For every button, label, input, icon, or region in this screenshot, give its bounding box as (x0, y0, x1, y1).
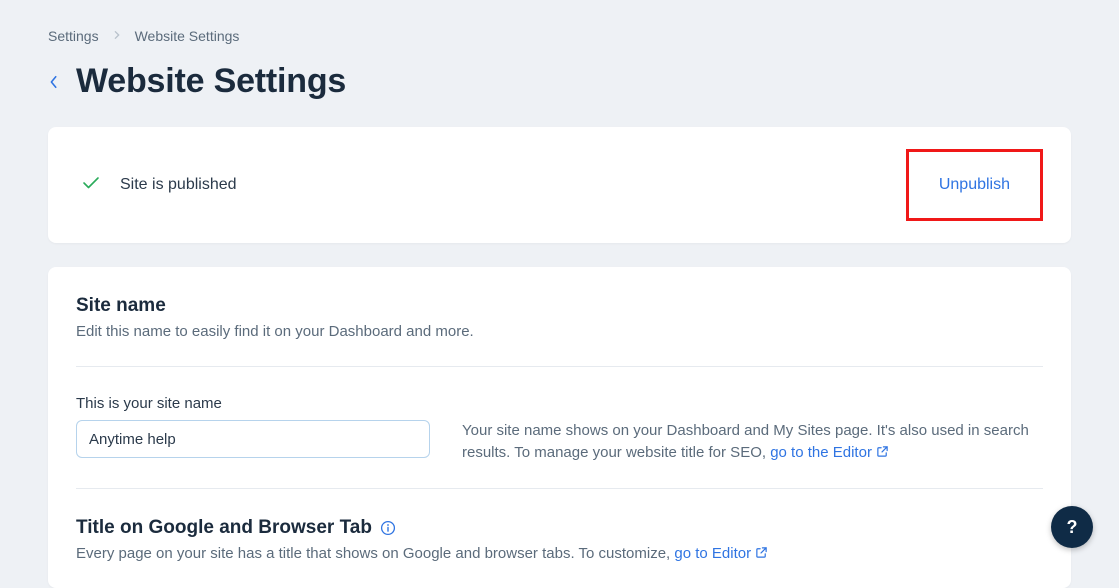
site-name-helper: Your site name shows on your Dashboard a… (462, 420, 1043, 464)
title-on-google-description: Every page on your site has a title that… (76, 543, 1043, 564)
breadcrumb-current: Website Settings (135, 28, 240, 44)
info-icon[interactable] (380, 520, 396, 536)
site-name-title: Site name (76, 295, 1043, 317)
site-name-section: Site name Edit this name to easily find … (76, 267, 1043, 366)
site-name-input[interactable] (76, 420, 430, 458)
external-link-icon (876, 445, 889, 458)
site-name-helper-text: Your site name shows on your Dashboard a… (462, 422, 1029, 461)
site-name-field-label: This is your site name (76, 395, 1043, 412)
breadcrumb-root[interactable]: Settings (48, 28, 99, 44)
unpublish-highlight: Unpublish (906, 149, 1043, 221)
help-fab-button[interactable]: ? (1051, 506, 1093, 548)
unpublish-button[interactable]: Unpublish (939, 176, 1010, 194)
title-on-google-heading-text: Title on Google and Browser Tab (76, 517, 372, 539)
site-name-description: Edit this name to easily find it on your… (76, 321, 1043, 342)
breadcrumb: Settings Website Settings (48, 28, 1071, 44)
page-title: Website Settings (76, 62, 346, 101)
title-on-google-desc-text: Every page on your site has a title that… (76, 545, 674, 562)
go-to-editor-link[interactable]: go to the Editor (770, 444, 889, 461)
go-to-editor-title-link[interactable]: go to Editor (674, 545, 768, 562)
chevron-right-icon (113, 29, 121, 43)
site-settings-card: Site name Edit this name to easily find … (48, 267, 1071, 588)
publish-status-text: Site is published (120, 176, 237, 194)
title-on-google-heading: Title on Google and Browser Tab (76, 517, 1043, 539)
title-on-google-section: Title on Google and Browser Tab Every pa… (76, 488, 1043, 588)
check-icon (82, 176, 100, 195)
back-arrow-icon[interactable] (48, 75, 60, 89)
site-name-field-section: This is your site name Your site name sh… (76, 366, 1043, 488)
external-link-icon (755, 546, 768, 559)
publish-status-card: Site is published Unpublish (48, 127, 1071, 243)
